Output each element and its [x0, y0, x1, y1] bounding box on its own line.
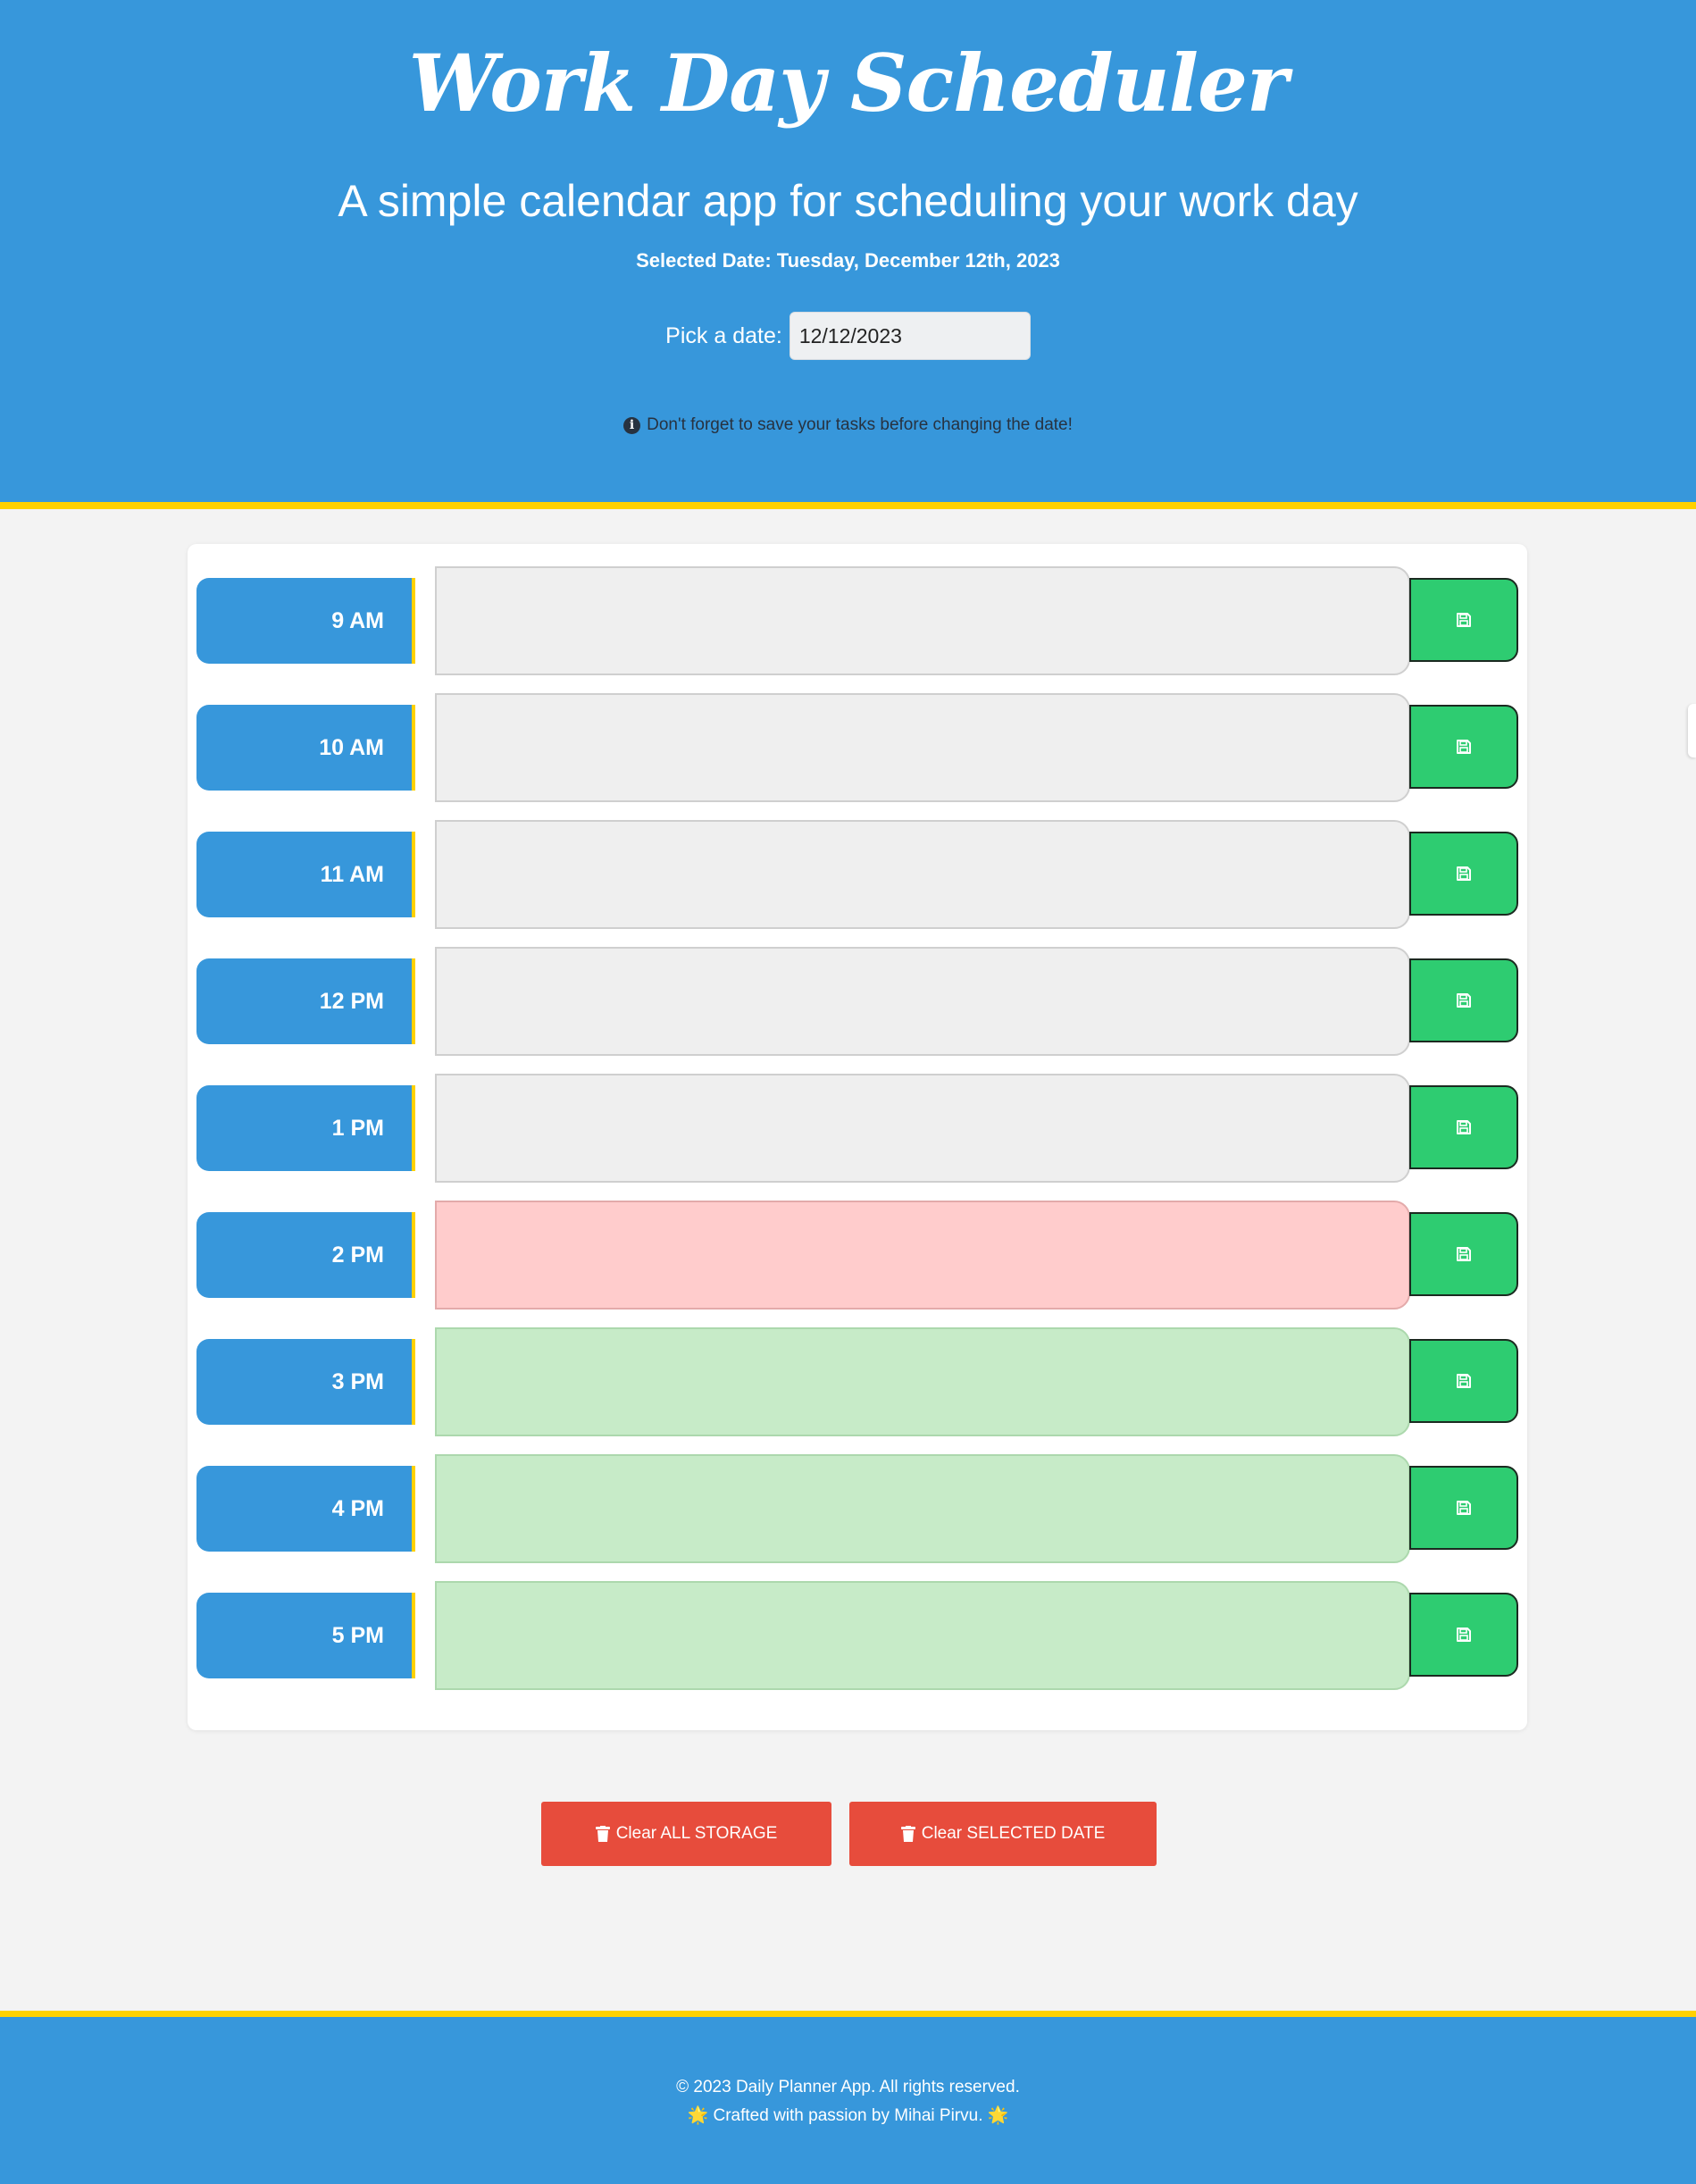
save-button[interactable] [1409, 705, 1518, 789]
clear-all-storage-label: Clear ALL STORAGE [615, 1824, 778, 1843]
hour-label: 11 AM [196, 832, 415, 917]
save-reminder-text: Don't forget to save your tasks before c… [647, 415, 1073, 434]
time-block-row: 9 AM [188, 566, 1527, 678]
time-block-row: 11 AM [188, 820, 1527, 932]
save-button[interactable] [1409, 1212, 1518, 1296]
save-button[interactable] [1409, 1085, 1518, 1169]
app-subtitle: A simple calendar app for scheduling you… [338, 176, 1358, 226]
floppy-disk-icon [1457, 1501, 1471, 1515]
floppy-disk-icon [1457, 740, 1471, 754]
page-header: Work Day Scheduler A simple calendar app… [0, 0, 1696, 509]
save-button[interactable] [1409, 1466, 1518, 1550]
time-block-row: 1 PM [188, 1074, 1527, 1185]
task-textarea[interactable] [435, 1581, 1410, 1690]
clear-selected-date-button[interactable]: Clear SELECTED DATE [849, 1802, 1157, 1866]
task-textarea[interactable] [435, 947, 1410, 1056]
footer-credit: 🌟 Crafted with passion by Mihai Pirvu. 🌟 [687, 2106, 1009, 2125]
time-block-row: 2 PM [188, 1201, 1527, 1312]
save-button[interactable] [1409, 578, 1518, 662]
side-tab-handle[interactable] [1688, 704, 1696, 757]
save-reminder: i Don't forget to save your tasks before… [0, 415, 1696, 435]
hour-label: 2 PM [196, 1212, 415, 1298]
time-block-row: 4 PM [188, 1454, 1527, 1566]
trash-icon [900, 1826, 915, 1842]
hour-label: 12 PM [196, 958, 415, 1044]
info-circle-icon: i [623, 416, 641, 434]
selected-date-text: Selected Date: Tuesday, December 12th, 2… [636, 249, 1060, 272]
hour-label: 4 PM [196, 1466, 415, 1552]
floppy-disk-icon [1457, 613, 1471, 627]
time-block-row: 3 PM [188, 1327, 1527, 1439]
task-textarea[interactable] [435, 820, 1410, 929]
floppy-disk-icon [1457, 866, 1471, 881]
hour-label: 9 AM [196, 578, 415, 664]
task-textarea[interactable] [435, 566, 1410, 675]
date-picker-label: Pick a date: [665, 322, 782, 348]
task-textarea[interactable] [435, 1454, 1410, 1563]
save-button[interactable] [1409, 1593, 1518, 1677]
schedule-container: 9 AM 10 AM 11 AM 12 PM 1 PM 2 PM 3 PM 4 PM 5 PM [188, 544, 1527, 1730]
time-block-row: 5 PM [188, 1581, 1527, 1693]
save-button[interactable] [1409, 958, 1518, 1042]
date-picker-row: Pick a date: [0, 312, 1696, 360]
floppy-disk-icon [1457, 1374, 1471, 1388]
floppy-disk-icon [1457, 1247, 1471, 1261]
hour-label: 1 PM [196, 1085, 415, 1171]
app-title: Work Day Scheduler [408, 37, 1289, 130]
save-button[interactable] [1409, 1339, 1518, 1423]
task-textarea[interactable] [435, 1327, 1410, 1436]
hour-label: 5 PM [196, 1593, 415, 1678]
hour-label: 3 PM [196, 1339, 415, 1425]
clear-selected-date-label: Clear SELECTED DATE [921, 1824, 1106, 1843]
task-textarea[interactable] [435, 1201, 1410, 1310]
floppy-disk-icon [1457, 1120, 1471, 1134]
date-picker-input[interactable] [789, 312, 1031, 360]
trash-icon [595, 1826, 610, 1842]
time-block-row: 12 PM [188, 947, 1527, 1059]
floppy-disk-icon [1457, 1628, 1471, 1642]
save-button[interactable] [1409, 832, 1518, 916]
page-footer: © 2023 Daily Planner App. All rights res… [0, 2011, 1696, 2184]
task-textarea[interactable] [435, 693, 1410, 802]
hour-label: 10 AM [196, 705, 415, 791]
clear-all-storage-button[interactable]: Clear ALL STORAGE [541, 1802, 831, 1866]
time-block-row: 10 AM [188, 693, 1527, 805]
footer-copyright: © 2023 Daily Planner App. All rights res… [676, 2078, 1020, 2096]
task-textarea[interactable] [435, 1074, 1410, 1183]
floppy-disk-icon [1457, 993, 1471, 1008]
